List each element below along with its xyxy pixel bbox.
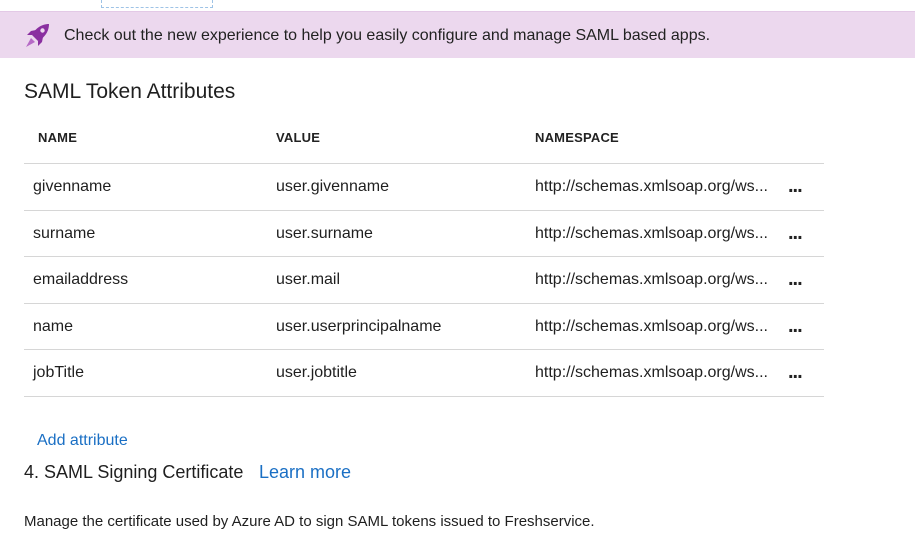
attribute-namespace: http://schemas.xmlsoap.org/ws... xyxy=(535,317,768,335)
attribute-name: name xyxy=(33,317,74,335)
more-options-icon[interactable]: ... xyxy=(788,267,808,291)
banner-text: Check out the new experience to help you… xyxy=(64,27,711,44)
attribute-namespace: http://schemas.xmlsoap.org/ws... xyxy=(535,224,768,242)
saml-signing-certificate-title: 4. SAML Signing Certificate xyxy=(24,462,244,482)
table-row[interactable]: emailaddress user.mail http://schemas.xm… xyxy=(24,257,824,304)
more-options-icon[interactable]: ... xyxy=(788,174,808,198)
more-options-icon[interactable]: ... xyxy=(788,314,808,338)
attribute-value: user.mail xyxy=(276,271,341,288)
table-row[interactable]: name user.userprincipalname http://schem… xyxy=(24,304,824,350)
saml-token-attributes-title: SAML Token Attributes xyxy=(24,80,236,103)
attributes-table: NAME VALUE NAMESPACE givenname user.give… xyxy=(24,116,824,397)
attribute-value: user.surname xyxy=(276,224,373,242)
table-row[interactable]: surname user.surname http://schemas.xmls… xyxy=(24,211,824,257)
rocket-icon xyxy=(22,21,52,51)
attribute-value: user.jobtitle xyxy=(276,364,357,381)
column-header-name: NAME xyxy=(38,130,78,145)
column-header-value: VALUE xyxy=(276,130,321,145)
attribute-namespace: http://schemas.xmlsoap.org/ws... xyxy=(535,364,768,381)
focus-outline xyxy=(101,0,213,8)
column-header-namespace: NAMESPACE xyxy=(535,130,619,145)
attribute-name: surname xyxy=(33,224,96,242)
certificate-description: Manage the certificate used by Azure AD … xyxy=(24,513,595,530)
table-row[interactable]: jobTitle user.jobtitle http://schemas.xm… xyxy=(24,350,824,397)
more-options-icon[interactable]: ... xyxy=(788,360,808,384)
add-attribute-link[interactable]: Add attribute xyxy=(37,432,128,450)
attribute-name: emailaddress xyxy=(33,271,129,288)
table-header: NAME VALUE NAMESPACE xyxy=(24,116,824,164)
attribute-namespace: http://schemas.xmlsoap.org/ws... xyxy=(535,178,768,195)
attribute-namespace: http://schemas.xmlsoap.org/ws... xyxy=(535,271,768,288)
table-row[interactable]: givenname user.givenname http://schemas.… xyxy=(24,164,824,211)
learn-more-link[interactable]: Learn more xyxy=(259,462,351,483)
new-experience-banner[interactable]: Check out the new experience to help you… xyxy=(0,11,915,58)
attribute-value: user.userprincipalname xyxy=(276,317,442,335)
more-options-icon[interactable]: ... xyxy=(788,221,808,245)
attribute-name: givenname xyxy=(33,178,112,195)
attribute-value: user.givenname xyxy=(276,178,389,195)
attribute-name: jobTitle xyxy=(33,364,84,381)
